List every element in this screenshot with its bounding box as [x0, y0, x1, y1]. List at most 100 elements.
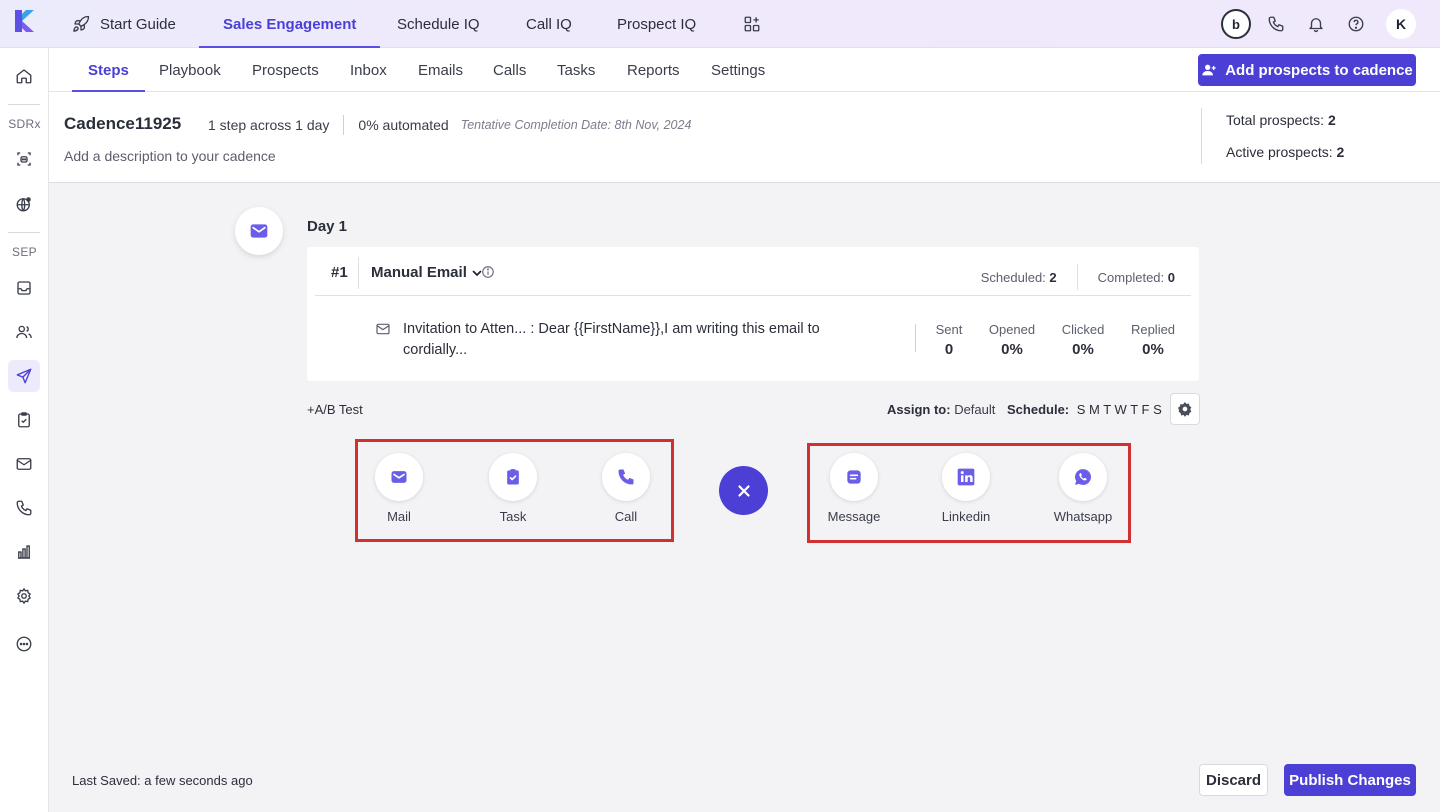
close-icon — [737, 484, 750, 497]
divider — [343, 115, 345, 135]
ab-test-link[interactable]: +A/B Test — [307, 402, 363, 417]
schedule-label: Schedule: — [1007, 402, 1070, 417]
sidebar-item-settings[interactable] — [8, 580, 40, 612]
email-preview[interactable]: Invitation to Atten... : Dear {{FirstNam… — [403, 319, 873, 361]
dialer-button[interactable] — [1256, 8, 1296, 40]
steps-summary: 1 step across 1 day — [208, 117, 330, 133]
step-counts: Scheduled: 2 Completed: 0 — [981, 264, 1175, 290]
sidebar-item-tasks[interactable] — [8, 404, 40, 436]
notifications-button[interactable] — [1296, 8, 1336, 40]
apps-grid-button[interactable] — [743, 0, 761, 48]
divider — [1201, 108, 1202, 164]
mail-icon — [16, 458, 32, 470]
brand-button[interactable]: b — [1216, 8, 1256, 40]
tab-prospects[interactable]: Prospects — [252, 48, 319, 92]
more-icon — [16, 636, 32, 652]
discard-button[interactable]: Discard — [1199, 764, 1268, 796]
add-prospects-button[interactable]: Add prospects to cadence — [1198, 54, 1416, 86]
app-tab-prospect-iq[interactable]: Prospect IQ — [617, 0, 696, 48]
tab-reports[interactable]: Reports — [627, 48, 680, 92]
total-prospects-value: 2 — [1327, 112, 1336, 128]
tab-playbook[interactable]: Playbook — [159, 48, 221, 92]
phone-icon — [618, 469, 634, 485]
metric-label: Clicked — [1061, 322, 1105, 337]
add-linkedin-step[interactable]: Linkedin — [926, 453, 1006, 524]
total-prospects-label: Total prospects: — [1226, 112, 1325, 128]
help-icon — [1348, 16, 1364, 32]
brand-icon: b — [1221, 9, 1251, 39]
sidebar-item-prospects[interactable] — [8, 316, 40, 348]
app-tab-label: Sales Engagement — [223, 15, 357, 33]
step-settings-button[interactable] — [1170, 393, 1200, 425]
mail-step-circle — [375, 453, 423, 501]
tab-calls[interactable]: Calls — [493, 48, 526, 92]
left-sidebar: SDRx SEP — [0, 48, 49, 812]
publish-changes-button[interactable]: Publish Changes — [1284, 764, 1416, 796]
mail-icon — [376, 323, 390, 335]
call-step-circle — [602, 453, 650, 501]
action-label: Call — [614, 509, 638, 524]
tentative-completion-date: Tentative Completion Date: 8th Nov, 2024 — [460, 118, 692, 132]
add-prospects-label: Add prospects to cadence — [1225, 61, 1413, 79]
cadence-description[interactable]: Add a description to your cadence — [64, 148, 276, 164]
add-call-step[interactable]: Call — [586, 453, 666, 524]
step-type-label: Manual Email — [371, 264, 467, 281]
add-whatsapp-step[interactable]: Whatsapp — [1043, 453, 1123, 524]
mail-icon — [391, 471, 407, 483]
scheduled-count: Scheduled: 2 — [981, 270, 1057, 285]
close-options-button[interactable] — [719, 466, 768, 515]
add-mail-step[interactable]: Mail — [359, 453, 439, 524]
tab-settings[interactable]: Settings — [711, 48, 765, 92]
schedule[interactable]: Schedule: S M T W T F S — [1007, 402, 1162, 417]
bell-icon — [1309, 18, 1323, 33]
cadence-meta: 1 step across 1 day 0% automated Tentati… — [208, 115, 691, 135]
active-prospects: Active prospects: 2 — [1226, 144, 1344, 160]
metric-value: 0 — [944, 341, 954, 358]
cadence-header: Cadence11925 1 step across 1 day 0% auto… — [49, 92, 1440, 183]
scheduled-label: Scheduled: — [980, 269, 1046, 285]
app-logo-icon[interactable] — [12, 8, 38, 34]
app-tab-call-iq[interactable]: Call IQ — [526, 0, 572, 48]
app-tab-start-guide[interactable]: Start Guide — [72, 0, 176, 48]
assign-label: Assign to: — [887, 402, 951, 417]
assign-to[interactable]: Assign to: Default — [887, 402, 995, 417]
sidebar-item-reports[interactable] — [8, 536, 40, 568]
whatsapp-icon — [1075, 469, 1091, 485]
sidebar-item-inbox[interactable] — [8, 272, 40, 304]
user-avatar[interactable]: K — [1386, 9, 1416, 39]
sidebar-item-emails[interactable] — [8, 448, 40, 480]
step-type-dropdown[interactable]: Manual Email — [371, 264, 483, 281]
total-prospects: Total prospects: 2 — [1226, 112, 1336, 128]
last-saved-status: Last Saved: a few seconds ago — [72, 773, 253, 788]
sidebar-item-home[interactable] — [8, 60, 40, 92]
tab-emails[interactable]: Emails — [418, 48, 463, 92]
top-right-icons: b K — [1216, 8, 1416, 40]
action-label: Linkedin — [941, 509, 991, 524]
add-message-step[interactable]: Message — [814, 453, 894, 524]
sidebar-section-label: SDRx — [8, 117, 41, 131]
app-tab-schedule-iq[interactable]: Schedule IQ — [397, 0, 480, 48]
bot-icon — [17, 152, 31, 166]
tab-inbox[interactable]: Inbox — [350, 48, 387, 92]
app-tab-sales-engagement[interactable]: Sales Engagement — [198, 0, 381, 48]
add-user-icon — [1202, 64, 1216, 76]
tab-steps[interactable]: Steps — [72, 48, 145, 92]
message-icon — [847, 470, 861, 484]
sidebar-item-more[interactable] — [8, 628, 40, 660]
app-tab-label: Start Guide — [100, 15, 176, 33]
info-icon[interactable] — [481, 265, 495, 279]
sidebar-item-sdrx-bot[interactable] — [8, 143, 40, 175]
top-bar: Start Guide Sales Engagement Schedule IQ… — [0, 0, 1440, 48]
sidebar-item-sdrx-globe[interactable] — [8, 188, 40, 220]
add-task-step[interactable]: Task — [473, 453, 553, 524]
help-button[interactable] — [1336, 8, 1376, 40]
send-icon — [16, 368, 32, 384]
metric-opened: Opened 0% — [987, 322, 1037, 358]
step-number: #1 — [331, 264, 348, 281]
metric-label: Sent — [935, 322, 963, 337]
sidebar-item-cadences[interactable] — [8, 360, 40, 392]
tab-tasks[interactable]: Tasks — [557, 48, 595, 92]
metric-replied: Replied 0% — [1128, 322, 1178, 358]
sidebar-item-calls[interactable] — [8, 492, 40, 524]
cadence-name[interactable]: Cadence11925 — [64, 114, 181, 134]
